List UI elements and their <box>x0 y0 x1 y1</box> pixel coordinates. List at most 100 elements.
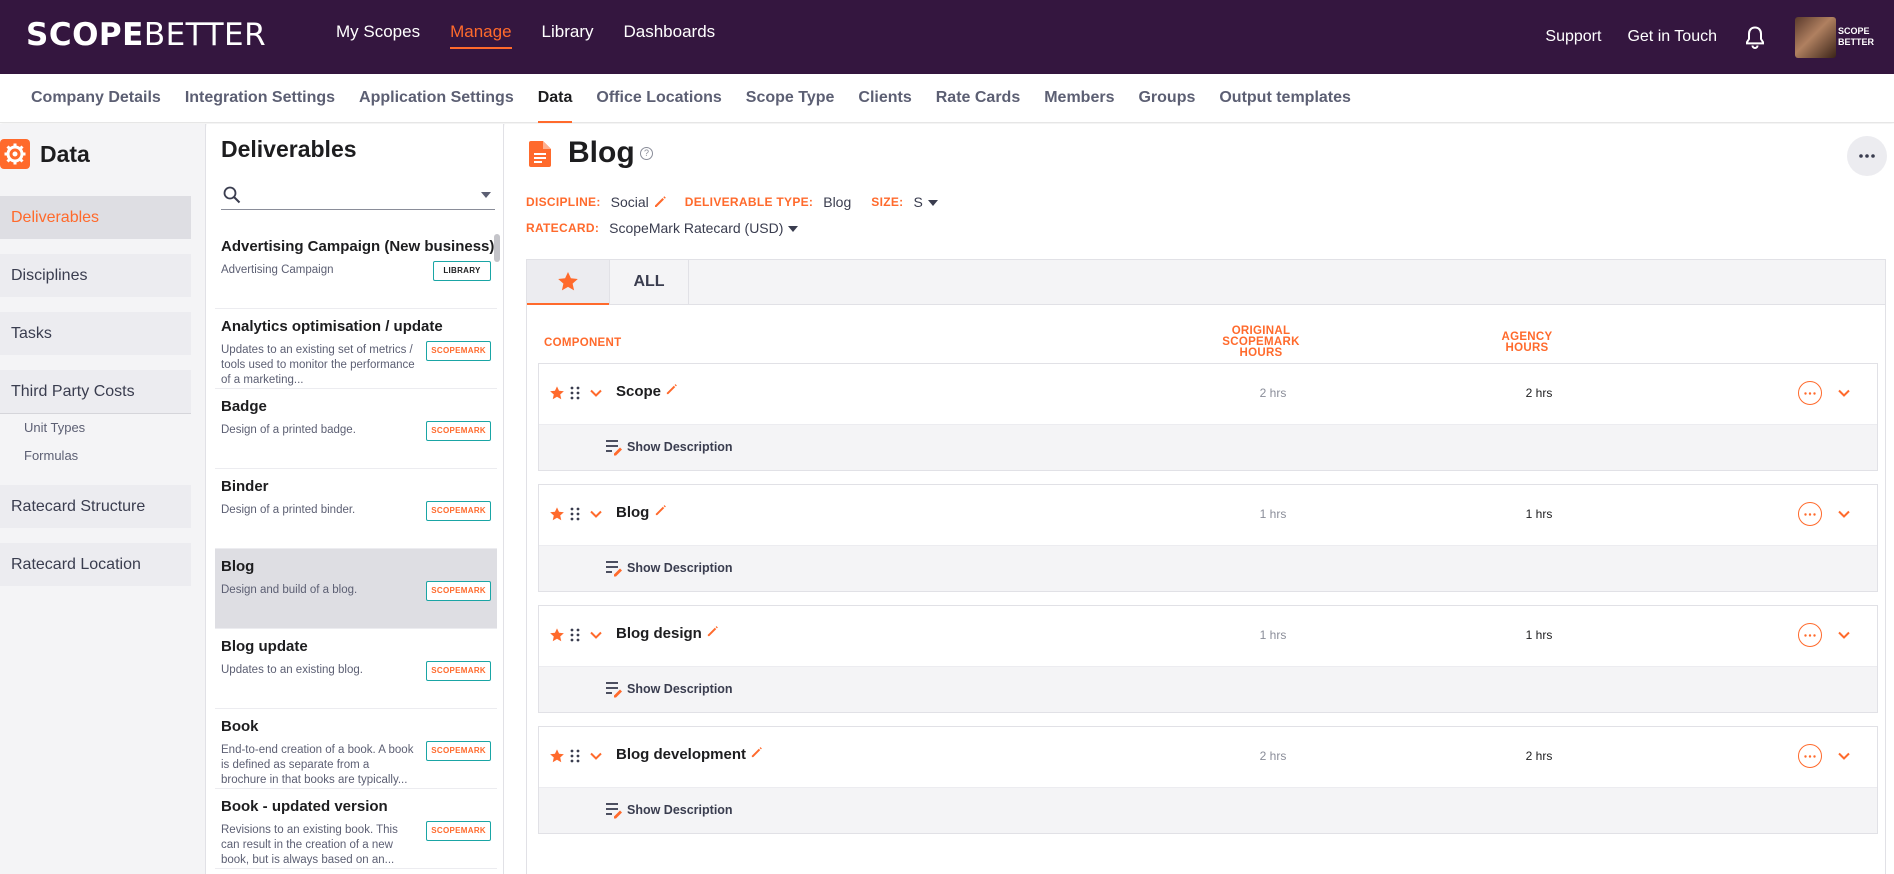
sidebar-item-ratecard-location[interactable]: Ratecard Location <box>0 543 191 586</box>
tab-rate-cards[interactable]: Rate Cards <box>936 74 1020 123</box>
nav-dashboards[interactable]: Dashboards <box>624 22 716 49</box>
chevron-down-icon[interactable] <box>589 749 603 763</box>
star-icon[interactable] <box>550 749 564 763</box>
list-item-name: Book <box>221 718 259 735</box>
show-description-button[interactable]: Show Description <box>605 438 733 456</box>
chevron-down-icon[interactable] <box>1837 507 1851 521</box>
list-item-desc: Updates to an existing set of metrics / … <box>221 344 415 386</box>
component-options-button[interactable] <box>1798 623 1822 647</box>
list-item-desc: Design of a printed binder. <box>221 504 356 516</box>
user-avatar[interactable] <box>1795 16 1836 58</box>
logo-scope-text: SCOPE <box>26 17 144 53</box>
list-item[interactable]: Badge Design of a printed badge. SCOPEMA… <box>215 389 497 469</box>
drag-handle-icon[interactable] <box>570 628 580 642</box>
column-header-component: COMPONENT <box>544 337 622 349</box>
deliverable-type-value: Blog <box>823 194 852 210</box>
tab-scope-type[interactable]: Scope Type <box>746 74 835 123</box>
tab-all[interactable]: ALL <box>609 260 689 305</box>
sidebar-subitem-formulas[interactable]: Formulas <box>24 448 78 463</box>
star-icon[interactable] <box>550 507 564 521</box>
star-icon[interactable] <box>550 628 564 642</box>
drag-handle-icon[interactable] <box>570 507 580 521</box>
show-description-button[interactable]: Show Description <box>605 801 733 819</box>
sidebar-item-third-party-costs[interactable]: Third Party Costs <box>0 370 191 413</box>
component-options-button[interactable] <box>1798 502 1822 526</box>
nav-my-scopes[interactable]: My Scopes <box>336 22 420 49</box>
support-link[interactable]: Support <box>1545 28 1601 46</box>
component-row-header: Blog design 1 hrs 1 hrs <box>539 606 1877 666</box>
edit-pencil-icon[interactable] <box>750 746 763 759</box>
search-icon <box>223 186 241 204</box>
scopebetter-logo[interactable]: SCOPEBETTER <box>26 18 266 52</box>
sidebar-item-ratecard-structure[interactable]: Ratecard Structure <box>0 485 191 528</box>
tab-members[interactable]: Members <box>1044 74 1114 123</box>
edit-pencil-icon[interactable] <box>706 625 719 638</box>
tab-office-locations[interactable]: Office Locations <box>596 74 721 123</box>
bell-icon[interactable] <box>1743 23 1767 51</box>
list-scrollbar[interactable] <box>494 234 500 262</box>
component-name-text: Blog <box>616 504 650 521</box>
list-item-name: Book - updated version <box>221 798 388 815</box>
component-name-text: Blog development <box>616 746 747 763</box>
list-item-selected[interactable]: Blog Design and build of a blog. SCOPEMA… <box>215 549 497 629</box>
agency-hours: 2 hrs <box>1525 749 1553 763</box>
tab-application-settings[interactable]: Application Settings <box>359 74 514 123</box>
chevron-down-icon[interactable] <box>589 628 603 642</box>
star-icon[interactable] <box>550 386 564 400</box>
edit-pencil-icon[interactable] <box>653 195 667 209</box>
more-options-button[interactable] <box>1847 136 1887 176</box>
sidebar-item-deliverables[interactable]: Deliverables <box>0 196 191 239</box>
column-header-agency-hours: AGENCY HOURS <box>1477 331 1577 354</box>
nav-manage[interactable]: Manage <box>450 22 512 49</box>
edit-pencil-icon[interactable] <box>654 504 667 517</box>
chevron-down-icon[interactable] <box>1837 749 1851 763</box>
tab-integration-settings[interactable]: Integration Settings <box>185 74 335 123</box>
list-item[interactable]: Analytics optimisation / update Updates … <box>215 309 497 389</box>
list-item[interactable]: Binder Design of a printed binder. SCOPE… <box>215 469 497 549</box>
tab-groups[interactable]: Groups <box>1138 74 1195 123</box>
list-item[interactable]: Book - updated version Revisions to an e… <box>215 789 497 869</box>
drag-handle-icon[interactable] <box>570 749 580 763</box>
tab-clients[interactable]: Clients <box>858 74 911 123</box>
show-description-button[interactable]: Show Description <box>605 680 733 698</box>
component-row-description: Show Description <box>539 424 1877 470</box>
ellipsis-icon <box>1804 512 1816 516</box>
component-row-header: Blog development 2 hrs 2 hrs <box>539 727 1877 787</box>
help-icon[interactable]: ? <box>640 147 653 160</box>
scopemark-badge: SCOPEMARK <box>426 421 491 441</box>
show-description-button[interactable]: Show Description <box>605 559 733 577</box>
list-item[interactable]: Book End-to-end creation of a book. A bo… <box>215 709 497 789</box>
tab-company-details[interactable]: Company Details <box>31 74 161 123</box>
description-icon <box>606 440 622 456</box>
tab-starred[interactable] <box>527 260 609 305</box>
sidebar-item-disciplines[interactable]: Disciplines <box>0 254 191 297</box>
meta-row-2: RATECARD: ScopeMark Ratecard (USD) <box>526 220 802 236</box>
chevron-down-icon[interactable] <box>589 507 603 521</box>
chevron-down-icon[interactable] <box>481 192 491 198</box>
component-options-button[interactable] <box>1798 381 1822 405</box>
sidebar-item-tasks[interactable]: Tasks <box>0 312 191 355</box>
component-name-text: Blog design <box>616 625 702 642</box>
size-label: SIZE: <box>871 195 904 209</box>
size-dropdown[interactable]: S <box>913 194 938 210</box>
component-row-description: Show Description <box>539 545 1877 591</box>
search-input[interactable] <box>247 184 467 208</box>
drag-handle-icon[interactable] <box>570 386 580 400</box>
sidebar-title: Data <box>40 140 90 167</box>
nav-library[interactable]: Library <box>542 22 594 49</box>
edit-pencil-icon[interactable] <box>665 383 678 396</box>
tab-data[interactable]: Data <box>537 74 573 123</box>
list-item[interactable]: Advertising Campaign (New business) Adve… <box>215 229 497 309</box>
component-options-button[interactable] <box>1798 744 1822 768</box>
list-item[interactable]: Blog update Updates to an existing blog.… <box>215 629 497 709</box>
ratecard-dropdown[interactable]: ScopeMark Ratecard (USD) <box>609 220 799 236</box>
description-icon <box>606 561 622 577</box>
chevron-down-icon[interactable] <box>1837 386 1851 400</box>
chevron-down-icon[interactable] <box>1837 628 1851 642</box>
sidebar-subitem-unit-types[interactable]: Unit Types <box>24 420 85 435</box>
chevron-down-icon[interactable] <box>589 386 603 400</box>
get-in-touch-link[interactable]: Get in Touch <box>1627 28 1717 46</box>
description-icon <box>606 682 622 698</box>
tab-output-templates[interactable]: Output templates <box>1219 74 1351 123</box>
component-row-description: Show Description <box>539 666 1877 712</box>
